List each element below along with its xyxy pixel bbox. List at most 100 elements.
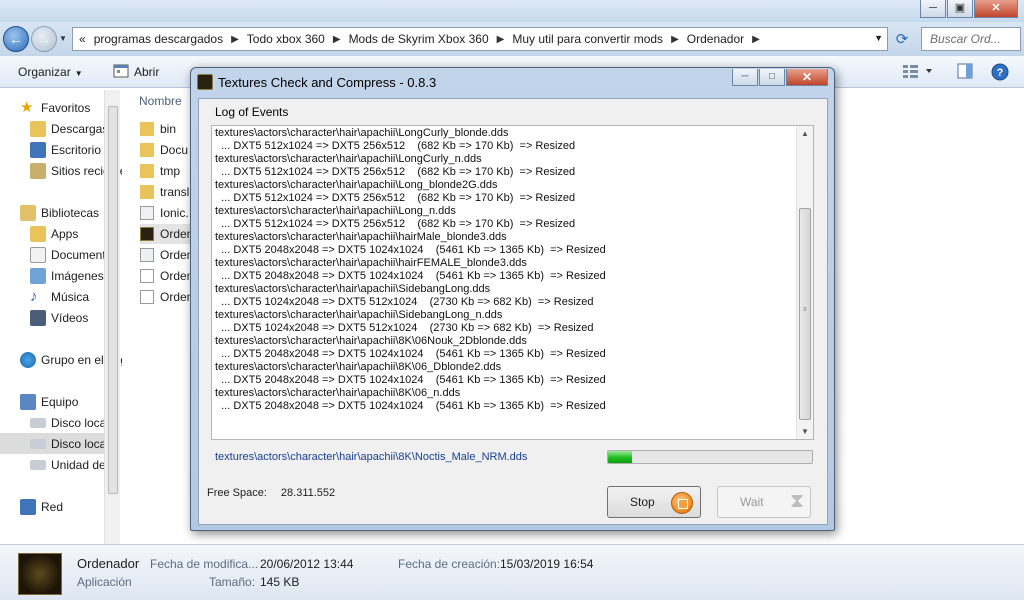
free-space-label: Free Space: — [207, 487, 267, 499]
breadcrumb-item[interactable]: Muy util para convertir mods — [512, 32, 663, 46]
address-bar-area: ← → ▼ « programas descargados ▶ Todo xbo… — [0, 22, 1024, 56]
history-dropdown-icon[interactable]: ▼ — [59, 34, 67, 43]
nav-item-music[interactable]: ♪ Música — [30, 286, 89, 307]
preview-pane-icon[interactable] — [957, 63, 973, 82]
chevron-right-icon[interactable]: ▶ — [231, 34, 239, 45]
nav-item-drive-3[interactable]: Unidad de — [30, 454, 106, 475]
minimize-button[interactable]: ─ — [920, 0, 946, 18]
organize-menu[interactable]: Organizar ▼ — [18, 65, 83, 79]
breadcrumb-item[interactable]: Ordenador — [687, 32, 744, 46]
log-scrollbar[interactable]: ▲ ≡ ▼ — [796, 126, 813, 439]
list-item[interactable]: Docu — [140, 140, 192, 160]
list-item[interactable]: Ionic. — [140, 203, 192, 223]
list-item[interactable]: Orden — [140, 266, 192, 286]
scroll-down-icon[interactable]: ▼ — [797, 424, 813, 439]
log-line: textures\actors\character\hair\apachii\L… — [215, 127, 509, 139]
column-header-name[interactable]: Nombre — [139, 94, 182, 108]
list-item[interactable]: transl — [140, 182, 192, 202]
libraries-icon — [20, 204, 36, 221]
videos-icon — [30, 309, 46, 326]
nav-scroll-thumb[interactable] — [108, 106, 118, 494]
log-line: ... DXT5 2048x2048 => DXT5 1024x1024 (54… — [215, 374, 606, 386]
nav-item-apps[interactable]: Apps — [30, 223, 78, 244]
list-item-selected[interactable]: Orden — [140, 224, 192, 244]
list-item[interactable]: Orden — [140, 245, 192, 265]
chevron-right-icon[interactable]: ▶ — [671, 34, 679, 45]
nav-homegroup[interactable]: Grupo en el hogar — [20, 349, 138, 370]
nav-item-local-disk-2[interactable]: Disco local — [0, 433, 109, 454]
log-line: ... DXT5 512x1024 => DXT5 256x512 (682 K… — [215, 140, 576, 152]
list-item[interactable]: tmp — [140, 161, 192, 181]
wait-button[interactable]: Wait ⧗ — [717, 486, 811, 518]
open-icon — [113, 63, 129, 82]
nav-favorites[interactable]: ★ Favoritos — [20, 97, 90, 118]
hourglass-icon: ⧗ — [789, 490, 804, 512]
nav-label: Disco local — [51, 415, 110, 430]
open-button[interactable]: Abrir — [134, 65, 159, 79]
breadcrumb-item[interactable]: programas descargados — [94, 32, 223, 46]
nav-computer[interactable]: Equipo — [20, 391, 78, 412]
details-pane: Ordenador Aplicación Fecha de modifica..… — [0, 544, 1024, 600]
chevron-right-icon[interactable]: ▶ — [752, 34, 760, 45]
navigation-pane: ★ Favoritos Descargas Escritorio Sitios … — [0, 88, 138, 544]
nav-item-downloads[interactable]: Descargas — [30, 118, 108, 139]
nav-network[interactable]: Red — [20, 496, 63, 517]
file-name: Orden — [160, 227, 192, 241]
help-icon[interactable]: ? — [991, 63, 1009, 84]
maximize-button[interactable]: ▣ — [947, 0, 973, 18]
nav-item-pictures[interactable]: Imágenes — [30, 265, 104, 286]
nav-libraries[interactable]: Bibliotecas — [20, 202, 99, 223]
log-line: textures\actors\character\hair\apachii\8… — [215, 335, 527, 347]
list-item[interactable]: Orden — [140, 287, 192, 307]
address-dropdown-icon[interactable]: ▼ — [874, 33, 883, 43]
folder-icon — [30, 225, 46, 242]
details-created-label: Fecha de creación: — [398, 557, 501, 571]
dialog-minimize-button[interactable]: ─ — [732, 69, 758, 86]
config-file-icon — [140, 248, 154, 262]
app-icon — [140, 227, 154, 241]
log-line: textures\actors\character\hair\apachii\h… — [215, 257, 527, 269]
breadcrumb-overflow[interactable]: « — [79, 32, 86, 46]
documents-icon — [30, 246, 46, 263]
wait-button-label: Wait — [740, 495, 764, 509]
nav-label: Apps — [51, 226, 79, 241]
close-button[interactable]: ✕ — [974, 0, 1018, 18]
dll-file-icon — [140, 206, 154, 220]
dialog-title: Textures Check and Compress - 0.8.3 — [218, 75, 437, 90]
log-scroll-thumb[interactable]: ≡ — [799, 208, 811, 420]
nav-scrollbar[interactable] — [104, 90, 120, 545]
breadcrumb-item[interactable]: Mods de Skyrim Xbox 360 — [349, 32, 489, 46]
dialog-close-button[interactable]: ✕ — [786, 69, 828, 86]
view-options-icon[interactable] — [902, 63, 932, 82]
stop-button[interactable]: Stop — [607, 486, 701, 518]
progress-bar — [607, 450, 813, 464]
back-button[interactable]: ← — [3, 26, 29, 52]
nav-label: Vídeos — [51, 310, 89, 325]
forward-button[interactable]: → — [31, 26, 57, 52]
chevron-right-icon[interactable]: ▶ — [333, 34, 341, 45]
log-listbox[interactable]: textures\actors\character\hair\apachii\L… — [211, 125, 814, 440]
chevron-right-icon[interactable]: ▶ — [497, 34, 505, 45]
stop-icon — [671, 492, 693, 514]
details-modified-label: Fecha de modifica... — [150, 557, 259, 571]
scroll-up-icon[interactable]: ▲ — [797, 126, 813, 141]
search-input[interactable]: Buscar Ord... — [921, 27, 1021, 51]
nav-item-videos[interactable]: Vídeos — [30, 307, 88, 328]
drive-icon — [30, 438, 46, 449]
file-name: bin — [160, 122, 177, 136]
nav-item-desktop[interactable]: Escritorio — [30, 139, 101, 160]
log-group-label: Log of Events — [215, 105, 289, 119]
list-item[interactable]: bin — [140, 119, 192, 139]
nav-label: Descargas — [51, 121, 109, 136]
stop-button-label: Stop — [630, 495, 655, 509]
app-icon — [197, 74, 213, 90]
free-space: Free Space: 28.311.552 — [207, 487, 349, 499]
address-input[interactable]: « programas descargados ▶ Todo xbox 360 … — [72, 27, 888, 51]
music-icon: ♪ — [30, 287, 38, 305]
nav-item-local-disk-1[interactable]: Disco local — [30, 412, 109, 433]
dialog-maximize-button[interactable]: □ — [759, 69, 785, 86]
file-name: Orden — [160, 290, 192, 304]
refresh-icon[interactable]: ⟳ — [892, 30, 912, 48]
folder-icon — [140, 185, 154, 199]
breadcrumb-item[interactable]: Todo xbox 360 — [247, 32, 325, 46]
